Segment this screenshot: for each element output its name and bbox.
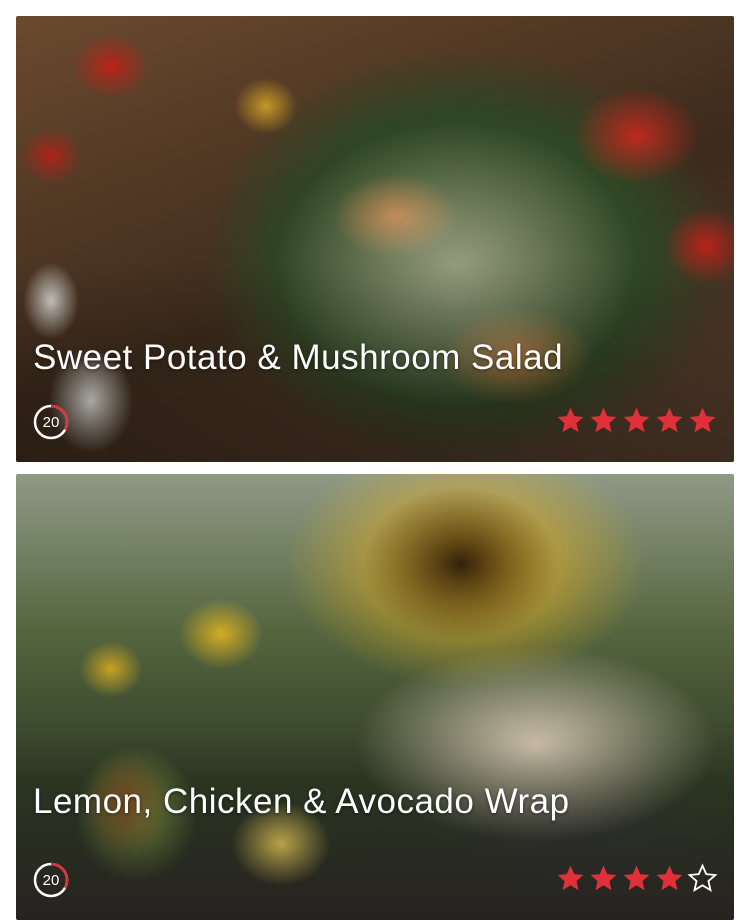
star-filled-icon	[590, 407, 617, 433]
star-filled-icon	[557, 865, 584, 891]
star-filled-icon	[656, 407, 683, 433]
star-empty-icon	[687, 863, 718, 892]
star-rating	[555, 863, 718, 894]
star-filled-icon	[656, 865, 683, 891]
star-filled-icon	[689, 407, 716, 433]
star-filled-icon	[590, 865, 617, 891]
star-filled-icon	[623, 407, 650, 433]
recipe-title: Lemon, Chicken & Avocado Wrap	[33, 782, 570, 821]
star-filled-icon	[557, 407, 584, 433]
recipe-title: Sweet Potato & Mushroom Salad	[33, 338, 564, 377]
timer-icon: 20	[33, 404, 69, 440]
prep-time-value: 20	[42, 413, 60, 431]
star-rating	[555, 405, 718, 436]
recipe-card-sweet-potato-salad[interactable]: Sweet Potato & Mushroom Salad 20	[16, 16, 734, 462]
star-filled-icon	[623, 865, 650, 891]
recipe-card-chicken-wrap[interactable]: Lemon, Chicken & Avocado Wrap 20	[16, 474, 734, 920]
prep-time-value: 20	[42, 871, 60, 889]
timer-icon: 20	[33, 862, 69, 898]
